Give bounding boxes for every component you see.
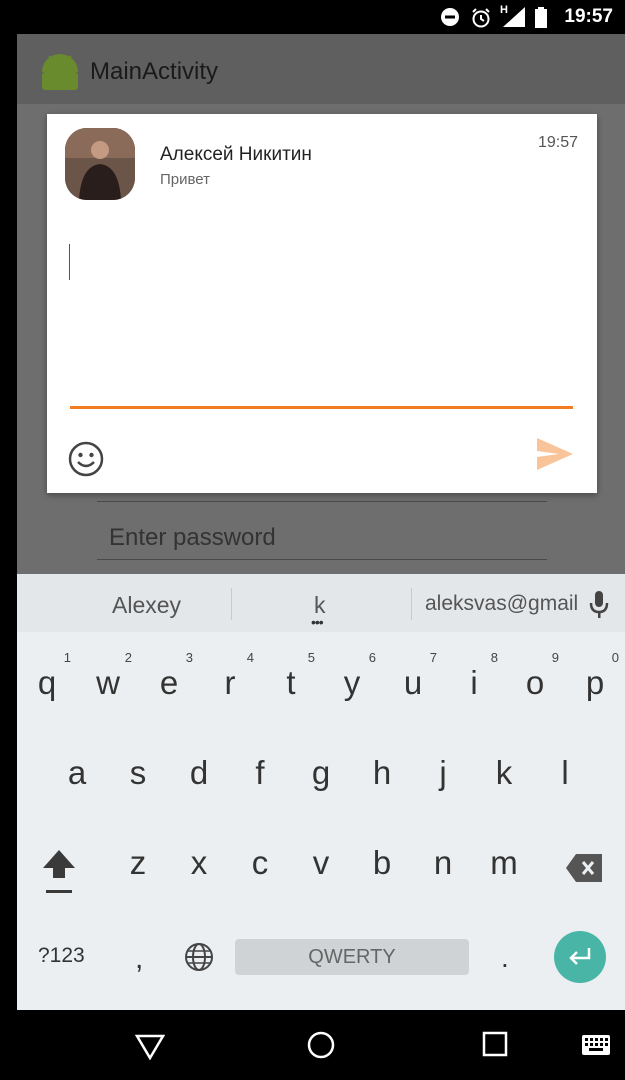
key-j[interactable]: j: [413, 754, 473, 792]
shift-icon[interactable]: [41, 848, 77, 896]
key-k[interactable]: k: [474, 754, 534, 792]
period-key[interactable]: .: [501, 942, 509, 974]
keyboard-switch-icon[interactable]: [581, 1034, 611, 1056]
password-field[interactable]: Enter password: [97, 516, 547, 560]
send-icon[interactable]: [535, 436, 575, 472]
status-bar: H 19:57: [17, 0, 625, 34]
do-not-disturb-icon: [441, 8, 459, 26]
app-bar: MainActivity: [17, 34, 625, 104]
message-time: 19:57: [537, 134, 578, 151]
recents-icon[interactable]: [481, 1030, 509, 1058]
back-icon[interactable]: [135, 1030, 165, 1060]
key-x[interactable]: x: [169, 844, 229, 882]
key-f[interactable]: f: [230, 754, 290, 792]
home-icon[interactable]: [306, 1030, 336, 1060]
key-y[interactable]: 6y: [322, 650, 382, 702]
key-o[interactable]: 9o: [505, 650, 565, 702]
signal-icon: [503, 7, 525, 27]
key-g[interactable]: g: [291, 754, 351, 792]
key-p[interactable]: 0p: [565, 650, 625, 702]
key-h[interactable]: h: [352, 754, 412, 792]
comma-key[interactable]: ,: [135, 942, 143, 976]
key-c[interactable]: c: [230, 844, 290, 882]
key-u[interactable]: 7u: [383, 650, 443, 702]
key-t[interactable]: 5t: [261, 650, 321, 702]
alarm-icon: [472, 8, 490, 28]
text-cursor: [69, 244, 70, 280]
enter-button[interactable]: [554, 931, 606, 983]
globe-icon[interactable]: [184, 942, 214, 972]
space-bar[interactable]: QWERTY: [235, 939, 469, 975]
emoji-icon[interactable]: [67, 440, 105, 478]
soft-keyboard: Alexey k ••• aleksvas@gmail 1q 2w 3e 4r …: [17, 574, 625, 1010]
microphone-icon[interactable]: [589, 590, 609, 620]
symbols-key[interactable]: ?123: [38, 944, 85, 968]
suggestion-3[interactable]: aleksvas@gmail: [425, 592, 578, 616]
android-icon: [42, 54, 78, 90]
more-suggestions-dots: •••: [311, 614, 324, 630]
key-q[interactable]: 1q: [17, 650, 77, 702]
avatar: [65, 128, 135, 200]
phone-screen: H 19:57 MainActivity Enter password Алек…: [17, 0, 625, 1080]
key-m[interactable]: m: [474, 844, 534, 882]
key-w[interactable]: 2w: [78, 650, 138, 702]
enter-icon: [569, 948, 591, 965]
key-r[interactable]: 4r: [200, 650, 260, 702]
battery-icon: [535, 7, 547, 28]
key-i[interactable]: 8i: [444, 650, 504, 702]
sender-name: Алексей Никитин: [160, 144, 312, 165]
suggestion-strip: Alexey k ••• aleksvas@gmail: [17, 574, 625, 632]
password-placeholder: Enter password: [109, 524, 276, 551]
navigation-bar: [17, 1010, 625, 1080]
message-preview: Привет: [160, 171, 211, 188]
quick-reply-popup: Алексей Никитин Привет 19:57: [47, 114, 597, 493]
app-title: MainActivity: [90, 58, 219, 85]
status-time: 19:57: [564, 6, 613, 27]
key-n[interactable]: n: [413, 844, 473, 882]
key-l[interactable]: l: [535, 754, 595, 792]
key-b[interactable]: b: [352, 844, 412, 882]
suggestion-1[interactable]: Alexey: [112, 592, 181, 619]
key-v[interactable]: v: [291, 844, 351, 882]
key-s[interactable]: s: [108, 754, 168, 792]
key-e[interactable]: 3e: [139, 650, 199, 702]
key-a[interactable]: a: [47, 754, 107, 792]
key-z[interactable]: z: [108, 844, 168, 882]
key-d[interactable]: d: [169, 754, 229, 792]
backspace-icon[interactable]: [566, 854, 602, 882]
reply-input[interactable]: [70, 234, 573, 409]
